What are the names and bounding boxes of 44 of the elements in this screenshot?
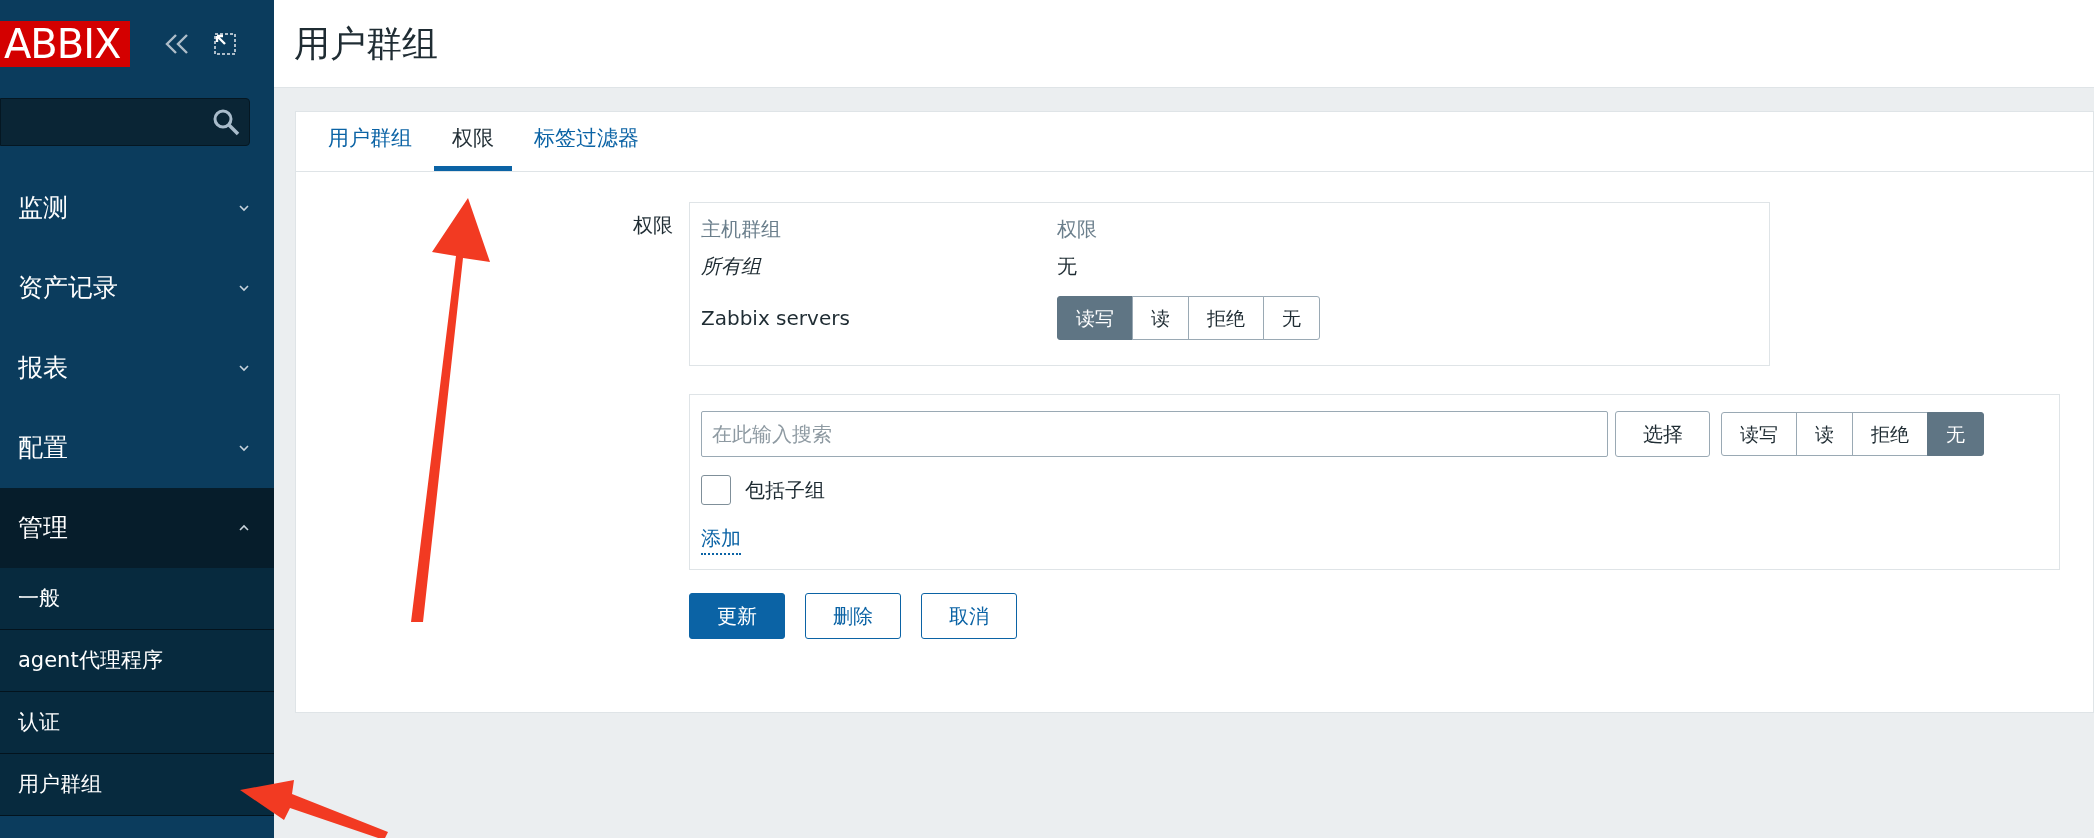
submenu-item[interactable]: 认证: [0, 692, 274, 754]
action-button[interactable]: 更新: [689, 593, 785, 639]
checkbox[interactable]: [701, 475, 731, 505]
chevron-down-icon: [238, 364, 250, 372]
permission-option[interactable]: 读: [1796, 412, 1853, 456]
table-cell-text: Zabbix servers: [701, 305, 851, 332]
field-label: 权限: [633, 212, 673, 239]
menu-item[interactable]: 报表: [0, 328, 274, 408]
permission-option[interactable]: 读: [1132, 296, 1189, 340]
search-icon: [211, 107, 241, 137]
column-header: 主机群组: [701, 216, 782, 243]
add-link[interactable]: 添加: [701, 523, 741, 555]
chevron-down-icon: [238, 444, 250, 452]
menu-item[interactable]: 资产记录: [0, 248, 274, 328]
permission-option[interactable]: 读写: [1057, 296, 1133, 340]
page-title: 用户群组: [294, 21, 438, 66]
table-cell-text: 所有组: [701, 253, 763, 280]
table-cell-text: 无: [1057, 253, 1077, 280]
chevron-down-icon: [238, 284, 250, 292]
fullscreen-icon[interactable]: [212, 31, 238, 57]
tab[interactable]: 权限: [434, 111, 512, 171]
action-button[interactable]: 删除: [805, 593, 901, 639]
chevron-down-icon: [238, 204, 250, 212]
action-button[interactable]: 取消: [921, 593, 1017, 639]
search-input[interactable]: 在此输入搜索: [701, 411, 1608, 457]
search-field[interactable]: [0, 98, 250, 146]
submenu-item[interactable]: 用户群组: [0, 754, 274, 816]
tab[interactable]: 标签过滤器: [516, 111, 657, 171]
permission-option[interactable]: 拒绝: [1852, 412, 1928, 456]
menu-item[interactable]: 监测: [0, 168, 274, 248]
submenu-item[interactable]: 一般: [0, 568, 274, 630]
permission-option[interactable]: 读写: [1721, 412, 1797, 456]
checkbox-label: 包括子组: [745, 477, 825, 504]
chevron-up-icon: [238, 524, 250, 532]
permission-option[interactable]: 无: [1927, 412, 1984, 456]
logo: ABBIX: [0, 21, 130, 67]
menu-item[interactable]: 管理: [0, 488, 274, 568]
tab[interactable]: 用户群组: [310, 111, 430, 171]
permission-option[interactable]: 拒绝: [1188, 296, 1264, 340]
select-button[interactable]: 选择: [1615, 411, 1710, 457]
column-header: 权限: [1057, 216, 1097, 243]
submenu-item[interactable]: agent代理程序: [0, 630, 274, 692]
menu-item[interactable]: 配置: [0, 408, 274, 488]
permission-option[interactable]: 无: [1263, 296, 1320, 340]
